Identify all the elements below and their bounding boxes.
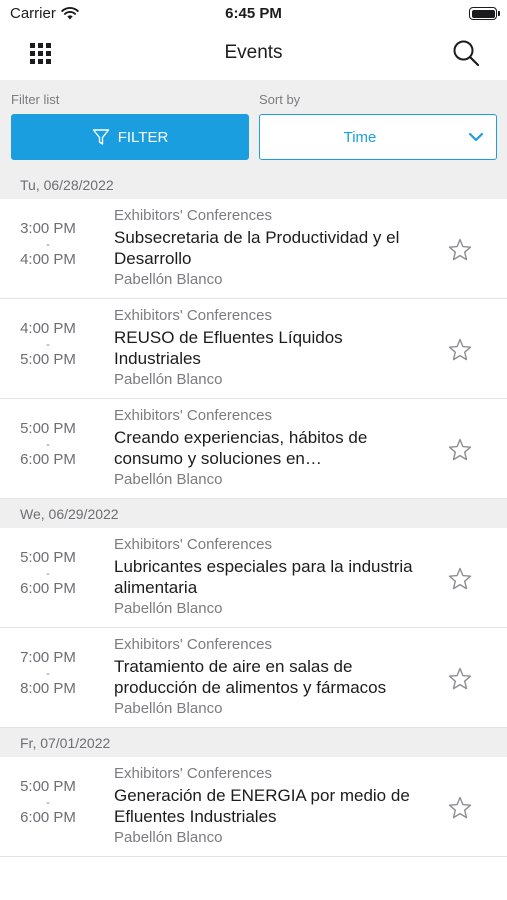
time-separator: - [46,666,50,680]
event-title: Creando experiencias, hábitos de consumo… [114,428,368,468]
event-time: 4:00 PM - 5:00 PM [0,319,96,369]
filter-button-label: FILTER [117,128,169,146]
event-info: Exhibitors' Conferences Subsecretaria de… [114,206,430,290]
event-category: Exhibitors' Conferences [114,307,272,324]
event-title: Generación de ENERGIA por medio de Eflue… [114,786,410,826]
sort-value: Time [343,129,377,146]
day-header: Tu, 06/28/2022 [0,170,507,199]
event-category: Exhibitors' Conferences [114,536,272,553]
search-icon[interactable] [451,38,481,68]
funnel-icon [92,129,109,145]
navigation-bar: Events [0,28,507,80]
event-location: Pabellón Blanco [114,371,223,388]
event-row[interactable]: 3:00 PM - 4:00 PM Exhibitors' Conference… [0,199,507,299]
star-icon[interactable] [447,566,473,592]
start-time: 7:00 PM [20,649,76,666]
start-time: 5:00 PM [20,420,76,437]
event-row[interactable]: 5:00 PM - 6:00 PM Exhibitors' Conference… [0,528,507,628]
end-time: 8:00 PM [20,680,76,697]
event-title: REUSO de Efluentes Líquidos Industriales [114,328,343,368]
event-category: Exhibitors' Conferences [114,407,272,424]
event-info: Exhibitors' Conferences REUSO de Efluent… [114,306,430,390]
star-icon[interactable] [447,437,473,463]
time-separator: - [46,437,50,451]
event-info: Exhibitors' Conferences Lubricantes espe… [114,535,430,619]
event-category: Exhibitors' Conferences [114,636,272,653]
star-icon[interactable] [447,337,473,363]
battery-icon [469,7,500,20]
event-category: Exhibitors' Conferences [114,765,272,782]
end-time: 6:00 PM [20,809,76,826]
event-info: Exhibitors' Conferences Generación de EN… [114,764,430,848]
star-icon[interactable] [447,795,473,821]
time-separator: - [46,237,50,251]
event-time: 3:00 PM - 4:00 PM [0,219,96,269]
start-time: 5:00 PM [20,549,76,566]
end-time: 6:00 PM [20,580,76,597]
time-separator: - [46,337,50,351]
start-time: 4:00 PM [20,320,76,337]
star-icon[interactable] [447,237,473,263]
sort-dropdown[interactable]: Time [259,114,497,160]
day-header: We, 06/29/2022 [0,499,507,528]
filter-list-label: Filter list [11,92,60,107]
start-time: 5:00 PM [20,778,76,795]
event-title: Subsecretaria de la Productividad y el D… [114,228,400,268]
event-list: Tu, 06/28/2022 3:00 PM - 4:00 PM Exhibit… [0,170,507,857]
event-location: Pabellón Blanco [114,829,223,846]
end-time: 4:00 PM [20,251,76,268]
filter-button[interactable]: FILTER [11,114,249,160]
event-info: Exhibitors' Conferences Creando experien… [114,406,430,490]
event-title: Lubricantes especiales para la industria… [114,557,413,597]
event-row[interactable]: 5:00 PM - 6:00 PM Exhibitors' Conference… [0,757,507,857]
event-location: Pabellón Blanco [114,600,223,617]
page-title: Events [224,42,283,63]
event-time: 7:00 PM - 8:00 PM [0,648,96,698]
time-separator: - [46,566,50,580]
event-title: Tratamiento de aire en salas de producci… [114,657,387,697]
event-time: 5:00 PM - 6:00 PM [0,777,96,827]
day-header: Fr, 07/01/2022 [0,728,507,757]
event-info: Exhibitors' Conferences Tratamiento de a… [114,635,430,719]
end-time: 5:00 PM [20,351,76,368]
event-category: Exhibitors' Conferences [114,207,272,224]
event-row[interactable]: 4:00 PM - 5:00 PM Exhibitors' Conference… [0,299,507,399]
chevron-down-icon [468,132,484,142]
status-bar: Carrier 6:45 PM [0,0,507,28]
event-location: Pabellón Blanco [114,271,223,288]
start-time: 3:00 PM [20,220,76,237]
event-location: Pabellón Blanco [114,471,223,488]
event-time: 5:00 PM - 6:00 PM [0,419,96,469]
sort-by-label: Sort by [259,92,301,107]
event-row[interactable]: 5:00 PM - 6:00 PM Exhibitors' Conference… [0,399,507,499]
status-time: 6:45 PM [225,5,282,22]
end-time: 6:00 PM [20,451,76,468]
star-icon[interactable] [447,666,473,692]
event-row[interactable]: 7:00 PM - 8:00 PM Exhibitors' Conference… [0,628,507,728]
event-time: 5:00 PM - 6:00 PM [0,548,96,598]
filter-sort-bar: Filter list Sort by FILTER Time [0,80,507,170]
event-location: Pabellón Blanco [114,700,223,717]
time-separator: - [46,795,50,809]
